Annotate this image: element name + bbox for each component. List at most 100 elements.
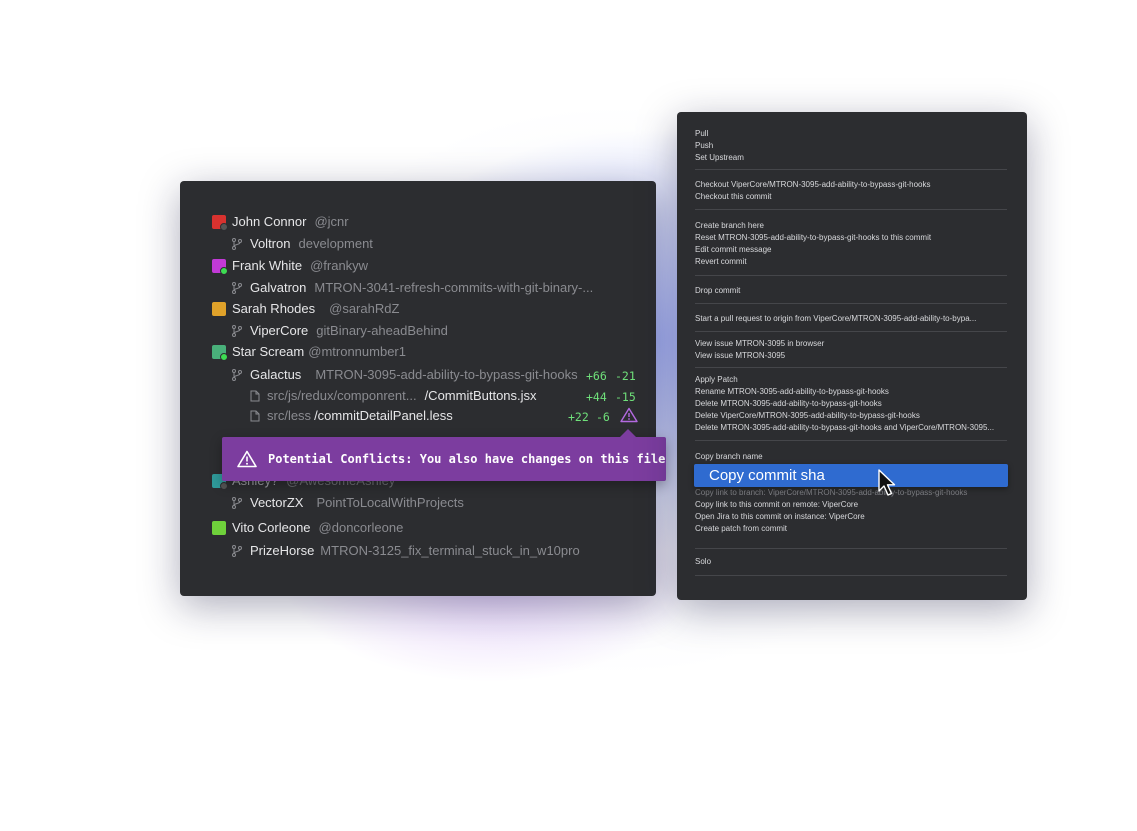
branch-name: PointToLocalWithProjects [316,495,464,510]
user-name: Frank White [232,258,303,273]
menu-divider [695,575,1007,576]
avatar [212,301,226,316]
mouse-pointer-icon [878,469,896,496]
menu-item-create-branch[interactable]: Create branch here [695,221,764,230]
menu-item-push[interactable]: Push [695,141,713,150]
menu-item-view-issue[interactable]: View issue MTRON-3095 [695,351,785,360]
menu-item-create-patch[interactable]: Create patch from commit [695,524,787,533]
user-name: Sarah Rhodes [232,301,316,316]
branch-row[interactable]: PrizeHorse MTRON-3125_fix_terminal_stuck… [231,543,580,558]
menu-item-delete-local[interactable]: Delete MTRON-3095-add-ability-to-bypass-… [695,399,882,408]
menu-item-start-pr[interactable]: Start a pull request to origin from Vipe… [695,314,976,323]
status-dot-icon [220,481,228,490]
user-name: John Connor [232,214,307,229]
menu-divider [695,209,1007,210]
branch-icon [232,281,242,294]
user-name: Vito Corleone [232,520,311,535]
warning-triangle-icon[interactable] [620,407,638,423]
branch-name: MTRON-3125_fix_terminal_stuck_in_w10pro [320,543,580,558]
user-row[interactable]: Star Scream @mtronnumber1 [212,344,406,361]
menu-item-solo[interactable]: Solo [695,557,711,566]
branch-row[interactable]: Voltron development [231,236,373,251]
tooltip-arrow [620,429,636,437]
menu-divider [695,440,1007,441]
menu-item-rename[interactable]: Rename MTRON-3095-add-ability-to-bypass-… [695,387,889,396]
branch-icon [232,237,242,250]
status-dot-icon [220,222,228,231]
branch-name: MTRON-3041-refresh-commits-with-git-bina… [314,280,594,295]
branch-name: development [298,236,373,251]
branch-additions: +66 [586,369,607,383]
menu-divider [695,169,1007,170]
menu-item-view-issue-browser[interactable]: View issue MTRON-3095 in browser [695,339,824,348]
menu-item-edit-message[interactable]: Edit commit message [695,245,771,254]
branch-row[interactable]: VectorZX PointToLocalWithProjects [231,495,464,510]
branch-deletions: -21 [615,369,636,383]
file-row[interactable]: src/less /commitDetailPanel.less [250,408,453,423]
branch-name: gitBinary-aheadBehind [316,323,448,338]
menu-divider [695,367,1007,368]
file-additions: +44 [586,390,607,404]
user-handle: @frankyw [310,258,369,273]
status-dot-icon [220,266,228,275]
menu-item-copy-branch-name[interactable]: Copy branch name [695,452,763,461]
menu-item-delete-both[interactable]: Delete MTRON-3095-add-ability-to-bypass-… [695,423,994,432]
tooltip-text: Potential Conflicts: You also have chang… [268,452,666,466]
menu-item-checkout-commit[interactable]: Checkout this commit [695,192,771,201]
avatar [212,214,228,231]
user-handle: @jcnr [314,214,349,229]
menu-item-copy-link-commit[interactable]: Copy link to this commit on remote: Vipe… [695,500,858,509]
branch-icon [232,368,242,381]
menu-item-label: Copy commit sha [709,467,825,484]
repo-name: Galvatron [250,280,307,295]
branch-row[interactable]: Galactus MTRON-3095-add-ability-to-bypas… [231,367,578,382]
menu-divider [695,548,1007,549]
menu-item-drop-commit[interactable]: Drop commit [695,286,740,295]
status-dot-icon [220,352,228,361]
menu-item-copy-commit-sha[interactable]: Copy commit sha [694,464,1008,487]
menu-item-revert[interactable]: Revert commit [695,257,747,266]
warning-triangle-icon [237,450,257,468]
team-activity-panel: John Connor @jcnr Voltron development Fr… [180,181,656,596]
menu-item-copy-link-branch[interactable]: Copy link to branch: ViperCore/MTRON-309… [695,488,967,497]
user-name: Star Scream [232,344,305,359]
file-icon [250,410,260,421]
menu-item-delete-remote[interactable]: Delete ViperCore/MTRON-3095-add-ability-… [695,411,920,420]
file-name: /commitDetailPanel.less [314,408,453,423]
avatar [212,520,226,535]
branch-row[interactable]: Galvatron MTRON-3041-refresh-commits-wit… [231,280,593,295]
menu-divider [695,275,1007,276]
menu-item-pull[interactable]: Pull [695,129,708,138]
file-row[interactable]: src/js/redux/componrent... /CommitButton… [250,388,537,403]
file-additions: +22 [568,410,589,424]
branch-icon [232,544,242,557]
file-deletions: -6 [596,410,610,424]
avatar [212,258,228,275]
repo-name: ViperCore [250,323,309,338]
user-handle: @sarahRdZ [329,301,400,316]
conflict-tooltip: Potential Conflicts: You also have chang… [222,429,666,481]
repo-name: PrizeHorse [250,543,315,558]
context-menu: Pull Push Set Upstream Checkout ViperCor… [677,112,1027,600]
branch-icon [232,324,242,337]
menu-divider [695,303,1007,304]
repo-name: Voltron [250,236,291,251]
file-icon [250,390,260,401]
user-row[interactable]: Frank White @frankyw [212,258,369,275]
user-handle: @doncorleone [318,520,404,535]
menu-divider [695,331,1007,332]
branch-icon [232,496,242,509]
user-row[interactable]: Vito Corleone @doncorleone [212,520,403,535]
menu-item-open-jira[interactable]: Open Jira to this commit on instance: Vi… [695,512,865,521]
user-row[interactable]: Sarah Rhodes @sarahRdZ [212,301,399,316]
file-dir: src/less [267,408,312,423]
user-handle: @mtronnumber1 [308,344,406,359]
menu-item-apply-patch[interactable]: Apply Patch [695,375,738,384]
menu-item-checkout-branch[interactable]: Checkout ViperCore/MTRON-3095-add-abilit… [695,180,931,189]
menu-item-set-upstream[interactable]: Set Upstream [695,153,744,162]
user-row[interactable]: John Connor @jcnr [212,214,349,231]
avatar [212,344,228,361]
file-deletions: -15 [615,390,636,404]
menu-item-reset[interactable]: Reset MTRON-3095-add-ability-to-bypass-g… [695,233,931,242]
branch-row[interactable]: ViperCore gitBinary-aheadBehind [231,323,448,338]
